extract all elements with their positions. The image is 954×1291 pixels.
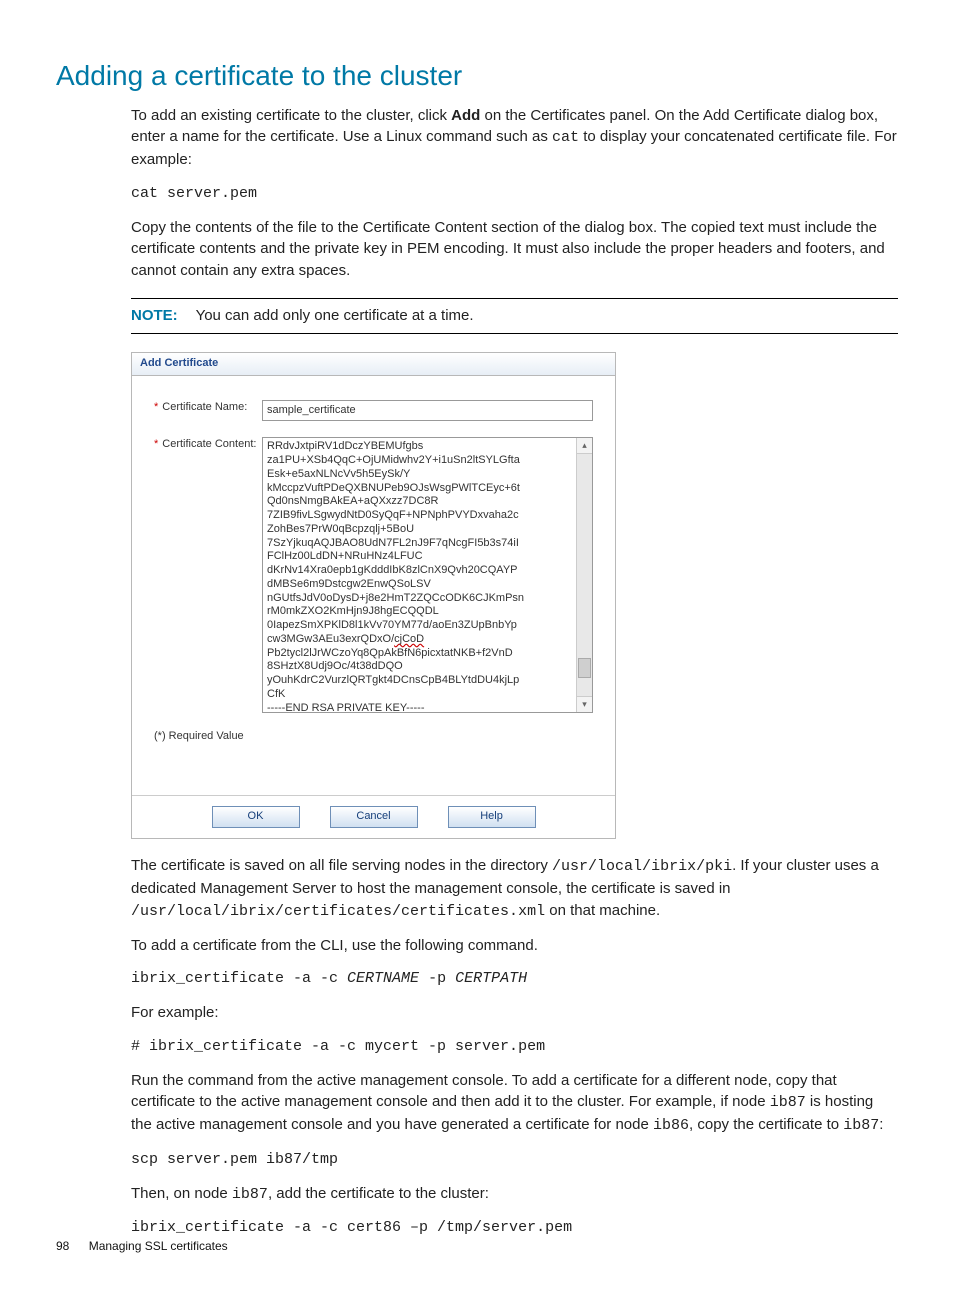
required-asterisk: * (154, 401, 158, 413)
dialog-title: Add Certificate (132, 353, 615, 376)
path-pki: /usr/local/ibrix/pki (552, 858, 732, 875)
section-name: Managing SSL certificates (89, 1239, 228, 1253)
scroll-thumb[interactable] (578, 658, 591, 678)
body-column: To add an existing certificate to the cl… (131, 105, 898, 1240)
run-paragraph: Run the command from the active manageme… (131, 1070, 898, 1137)
help-button[interactable]: Help (448, 806, 536, 828)
node-ib87: ib87 (843, 1117, 879, 1134)
dialog-body: * Certificate Name: sample_certificate * C… (132, 376, 615, 839)
text: To add an existing certificate to the cl… (131, 107, 451, 124)
scrollbar[interactable]: ▴ ▾ (576, 438, 592, 712)
page-footer: 98 Managing SSL certificates (56, 1238, 228, 1255)
path-xml: /usr/local/ibrix/certificates/certificat… (131, 903, 545, 920)
add-certificate-dialog: Add Certificate * Certificate Name: sampl… (131, 352, 616, 840)
note-label: NOTE: (131, 307, 178, 324)
cmd-cat: cat (552, 129, 579, 146)
certificate-content-text: RRdvJxtpiRV1dDczYBEMUfgbs za1PU+XSb4QqC+… (263, 438, 576, 712)
example-label: For example: (131, 1002, 898, 1024)
saved-paragraph: The certificate is saved on all file ser… (131, 855, 898, 922)
command-template: ibrix_certificate -a -c CERTNAME -p CERT… (131, 968, 898, 990)
content-row: * Certificate Content: RRdvJxtpiRV1dDczYB… (154, 437, 593, 713)
then-paragraph: Then, on node ib87, add the certificate … (131, 1183, 898, 1206)
note-text: You can add only one certificate at a ti… (196, 307, 474, 324)
command-example: # ibrix_certificate -a -c mycert -p serv… (131, 1036, 898, 1058)
copy-paragraph: Copy the contents of the file to the Cer… (131, 217, 898, 282)
scroll-down-icon[interactable]: ▾ (577, 696, 592, 712)
command-scp: scp server.pem ib87/tmp (131, 1149, 898, 1171)
node-ib87: ib87 (770, 1094, 806, 1111)
command-add-cert86: ibrix_certificate -a -c cert86 –p /tmp/s… (131, 1217, 898, 1239)
label-text: Certificate Name: (162, 401, 247, 413)
node-ib86: ib86 (653, 1117, 689, 1134)
note-box: NOTE: You can add only one certificate a… (131, 298, 898, 334)
text: : (879, 1116, 883, 1133)
command-cat: cat server.pem (131, 183, 898, 205)
text: Run the command from the active manageme… (131, 1072, 837, 1111)
required-asterisk: * (154, 438, 158, 450)
node-ib87: ib87 (232, 1186, 268, 1203)
scroll-up-icon[interactable]: ▴ (577, 438, 592, 454)
text: Then, on node (131, 1185, 232, 1202)
intro-paragraph: To add an existing certificate to the cl… (131, 105, 898, 171)
page: Adding a certificate to the cluster To a… (0, 0, 954, 1291)
text: on that machine. (545, 902, 660, 919)
ok-button[interactable]: OK (212, 806, 300, 828)
cancel-button[interactable]: Cancel (330, 806, 418, 828)
add-label: Add (451, 107, 480, 124)
cli-paragraph: To add a certificate from the CLI, use t… (131, 935, 898, 957)
name-label: * Certificate Name: (154, 400, 262, 416)
page-number: 98 (56, 1239, 69, 1253)
required-note: (*) Required Value (154, 729, 593, 745)
name-row: * Certificate Name: sample_certificate (154, 400, 593, 422)
dialog-footer: OK Cancel Help (132, 795, 615, 838)
text: The certificate is saved on all file ser… (131, 857, 552, 874)
certificate-content-input[interactable]: RRdvJxtpiRV1dDczYBEMUfgbs za1PU+XSb4QqC+… (262, 437, 593, 713)
text: , add the certificate to the cluster: (268, 1185, 489, 1202)
page-title: Adding a certificate to the cluster (56, 56, 898, 97)
content-label: * Certificate Content: (154, 437, 262, 453)
label-text: Certificate Content: (162, 438, 256, 450)
certificate-name-input[interactable]: sample_certificate (262, 400, 593, 422)
text: , copy the certificate to (689, 1116, 843, 1133)
